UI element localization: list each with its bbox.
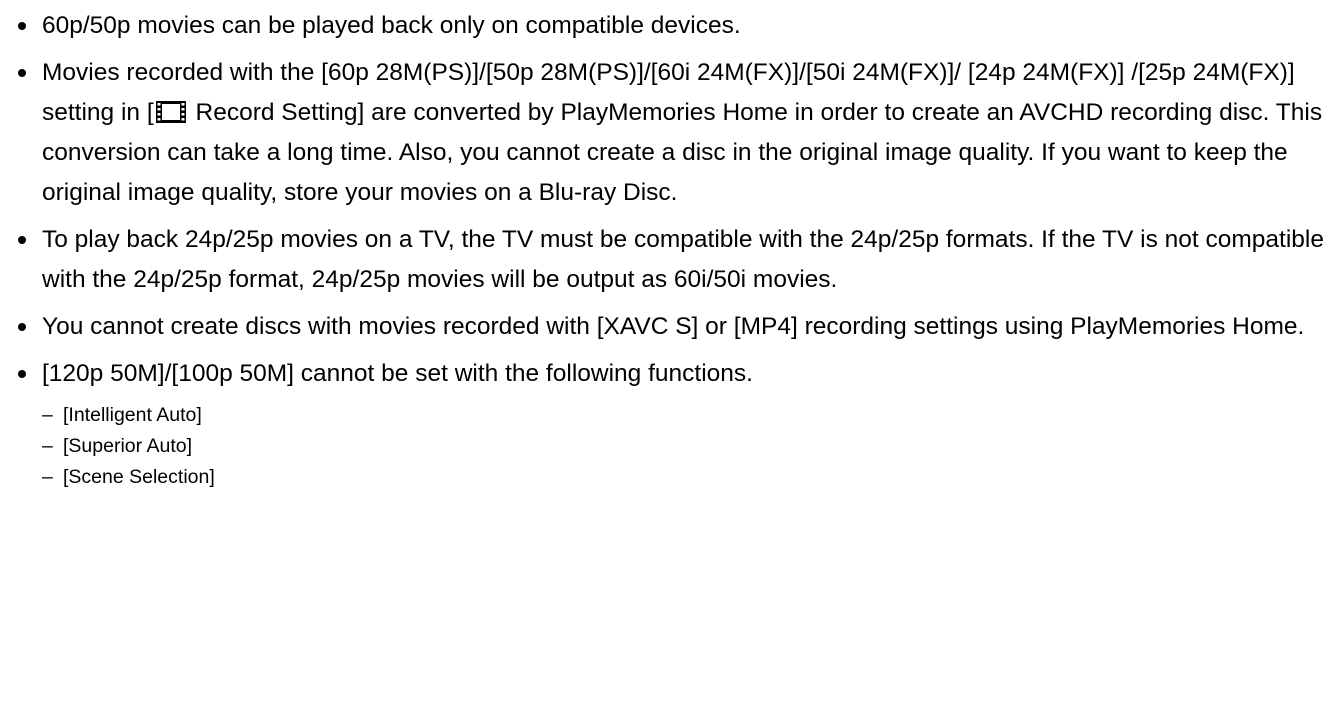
- bullet-text: To play back 24p/25p movies on a TV, the…: [42, 226, 1324, 293]
- document-page: 60p/50p movies can be played back only o…: [0, 6, 1329, 493]
- dash-marker: –: [42, 435, 53, 457]
- sub-item-text: [Superior Auto]: [63, 435, 192, 457]
- bullet-icon: [18, 236, 26, 244]
- bullet-text: 60p/50p movies can be played back only o…: [42, 12, 741, 39]
- sub-list-item: – [Intelligent Auto]: [42, 400, 1329, 431]
- list-item: 60p/50p movies can be played back only o…: [0, 6, 1329, 46]
- bullet-text: [120p 50M]/[100p 50M] cannot be set with…: [42, 360, 753, 387]
- bullet-icon: [18, 323, 26, 331]
- bullet-text-after-icon: Record Setting] are converted by PlayMem…: [42, 99, 1323, 206]
- bullet-icon: [18, 22, 26, 30]
- sub-list-item: – [Scene Selection]: [42, 462, 1329, 493]
- list-item: To play back 24p/25p movies on a TV, the…: [0, 220, 1329, 300]
- sub-item-text: [Scene Selection]: [63, 466, 215, 488]
- sub-list-item: – [Superior Auto]: [42, 431, 1329, 462]
- list-item: You cannot create discs with movies reco…: [0, 307, 1329, 347]
- bullet-icon: [18, 69, 26, 77]
- function-sublist: – [Intelligent Auto] – [Superior Auto] –…: [42, 400, 1329, 493]
- bullet-text: You cannot create discs with movies reco…: [42, 313, 1305, 340]
- notes-list: 60p/50p movies can be played back only o…: [0, 6, 1329, 493]
- movie-film-icon: [155, 97, 187, 123]
- bullet-icon: [18, 370, 26, 378]
- dash-marker: –: [42, 404, 53, 426]
- dash-marker: –: [42, 466, 53, 488]
- list-item: [120p 50M]/[100p 50M] cannot be set with…: [0, 354, 1329, 493]
- sub-item-text: [Intelligent Auto]: [63, 404, 202, 426]
- list-item: Movies recorded with the [60p 28M(PS)]/[…: [0, 53, 1329, 213]
